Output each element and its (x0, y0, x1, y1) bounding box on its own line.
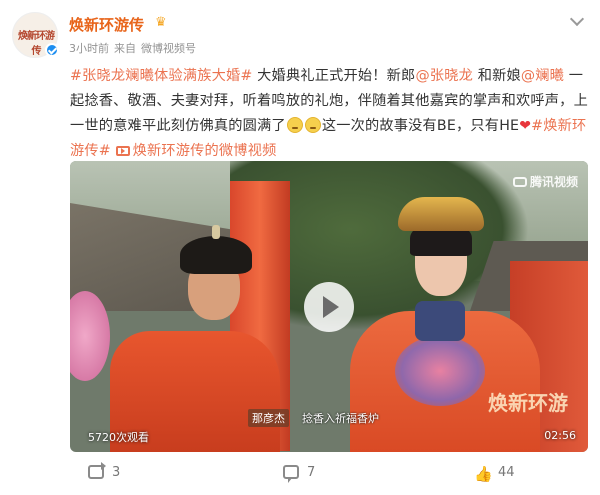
watermark-text: 腾讯视频 (529, 175, 578, 189)
hashtag-link[interactable]: #张晓龙斓曦体验满族大婚# (70, 68, 252, 84)
post-text-segment: 这一次的故事没有BE，只有HE (321, 118, 520, 134)
like-count: 44 (498, 465, 515, 480)
groom-figure (180, 236, 252, 274)
chevron-down-icon[interactable] (569, 11, 585, 27)
repost-count: 3 (112, 465, 121, 480)
thumbs-up-icon: 👍 (474, 465, 493, 483)
like-button[interactable]: 👍 44 (474, 465, 515, 483)
play-button[interactable] (304, 282, 354, 332)
post-source[interactable]: 微博视频号 (141, 42, 196, 55)
action-bar: 3 7 👍 44 (0, 456, 600, 492)
post-header: 焕新环游传 焕新环游传 ♛ 3小时前 来自 微博视频号 (12, 10, 588, 60)
groom-figure (212, 225, 220, 239)
comment-button[interactable]: 7 (283, 465, 315, 483)
post-body: #张晓龙斓曦体验满族大婚# 大婚典礼正式开始！新郎@张晓龙 和新娘@斓曦 一起捻… (70, 64, 590, 164)
subtitle-text: 捻香入祈福香炉 (302, 412, 379, 425)
mention-link-groom[interactable]: @张晓龙 (415, 68, 473, 84)
emoji-icon (286, 117, 303, 133)
view-count: 5720次观看 (88, 431, 149, 444)
emoji-icon (304, 117, 321, 133)
video-source-link[interactable]: 焕新环游传的微博视频 (133, 143, 277, 159)
author-name[interactable]: 焕新环游传 (69, 14, 144, 35)
repost-icon (88, 462, 106, 479)
bride-figure (398, 197, 484, 231)
video-player[interactable]: 腾讯视频 焕新环游 那彦杰 捻香入祈福香炉 5720次观看 02:56 (70, 161, 588, 452)
crown-badge-icon[interactable]: ♛ (155, 15, 167, 30)
comment-count: 7 (307, 465, 316, 480)
post-time[interactable]: 3小时前 (69, 42, 109, 55)
mention-link-bride[interactable]: @斓曦 (521, 68, 564, 84)
verified-badge-icon (45, 43, 59, 57)
post-text-segment: 大婚典礼正式开始！新郎 (252, 68, 416, 84)
weibo-post-card: 焕新环游传 焕新环游传 ♛ 3小时前 来自 微博视频号 #张晓龙斓曦体验满族大婚# … (0, 0, 600, 495)
comment-icon (283, 465, 299, 483)
bride-figure (395, 336, 485, 406)
video-duration: 02:56 (544, 429, 576, 442)
tencent-video-watermark: 腾讯视频 (512, 173, 578, 190)
subtitle-name: 那彦杰 (248, 409, 289, 427)
video-icon (115, 146, 130, 156)
heart-icon: ❤ (519, 118, 532, 134)
post-text-segment: 和新娘 (473, 68, 521, 84)
bride-figure (415, 301, 465, 341)
show-logo: 焕新环游 (488, 391, 568, 415)
source-prefix: 来自 (114, 42, 136, 55)
post-meta: 3小时前 来自 微博视频号 (69, 40, 201, 56)
tv-icon (512, 177, 527, 187)
repost-button[interactable]: 3 (88, 462, 121, 483)
